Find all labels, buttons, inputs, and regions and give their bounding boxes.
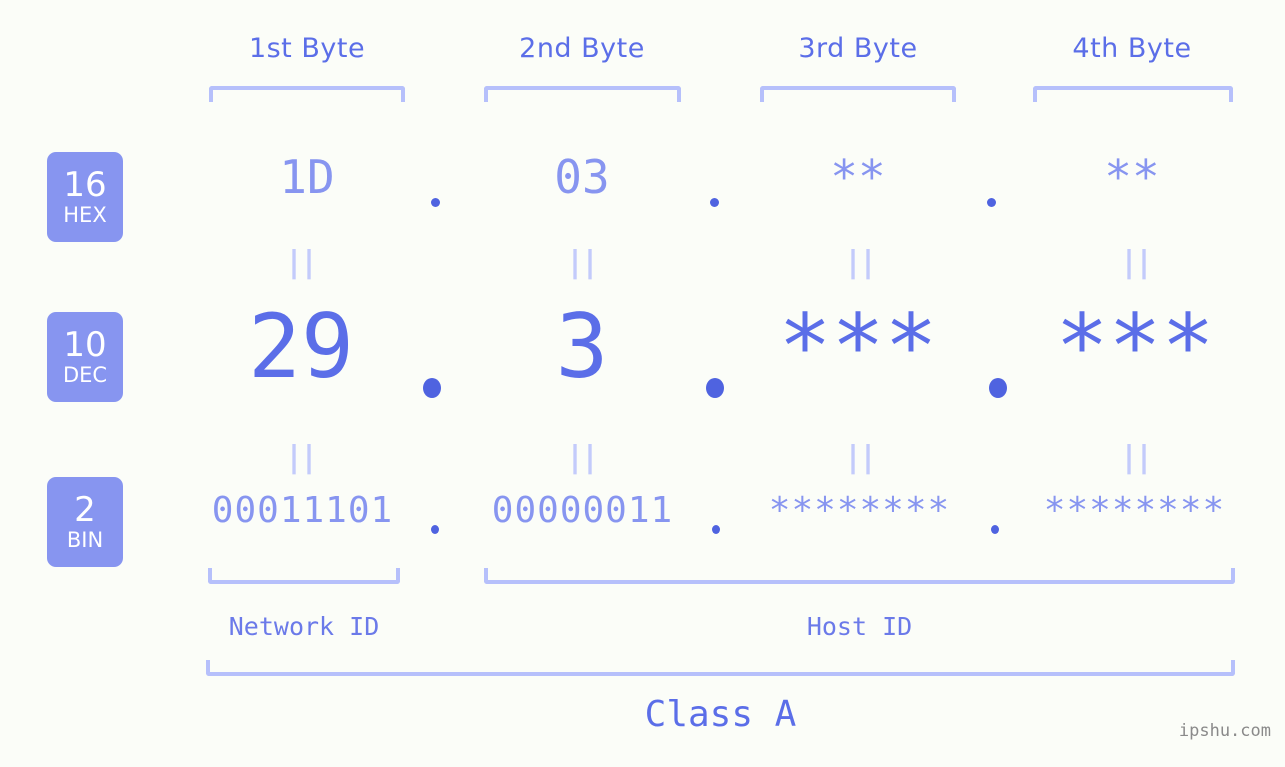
dec-byte-2-value: 3	[555, 295, 609, 398]
base-badge-dec-name: DEC	[62, 363, 108, 387]
equals-mark-dec-bin-1: ||	[284, 440, 318, 475]
host-id-label: Host ID	[806, 612, 913, 641]
hex-dot-separator-3	[987, 198, 996, 207]
dec-byte-1-value: 29	[248, 295, 354, 398]
equals-mark-dec-bin-4: ||	[1119, 440, 1153, 475]
dec-dot-separator-2	[706, 378, 724, 398]
byte-header-4: 4th Byte	[1072, 33, 1192, 64]
hex-byte-4-value: **	[1104, 150, 1160, 204]
network-id-label: Network ID	[228, 612, 380, 641]
byte-bracket-top-1	[209, 86, 405, 102]
bin-byte-3-value: ********	[768, 490, 951, 531]
hex-byte-2-value: 03	[554, 150, 610, 204]
bin-dot-separator-1	[431, 525, 439, 534]
class-bracket	[206, 660, 1235, 676]
bin-byte-4-value: ********	[1043, 490, 1226, 531]
byte-bracket-top-4	[1033, 86, 1233, 102]
hex-byte-3-value: **	[830, 150, 886, 204]
equals-mark-hex-dec-2: ||	[565, 245, 599, 280]
base-badge-bin-name: BIN	[66, 528, 104, 552]
equals-mark-hex-dec-3: ||	[843, 245, 877, 280]
base-badge-dec-number: 10	[63, 325, 107, 365]
dec-dot-separator-3	[989, 378, 1007, 398]
byte-bracket-top-2	[484, 86, 681, 102]
dec-byte-3-value: ***	[778, 295, 938, 398]
base-badge-bin-number: 2	[74, 490, 96, 530]
byte-header-1: 1st Byte	[248, 33, 366, 64]
dec-byte-4-value: ***	[1055, 295, 1215, 398]
hex-dot-separator-2	[710, 198, 719, 207]
hex-byte-1-value: 1D	[279, 150, 335, 204]
hex-dot-separator-1	[431, 198, 440, 207]
base-badge-dec: 10 DEC	[47, 312, 123, 402]
base-badge-bin: 2 BIN	[47, 477, 123, 567]
base-badge-hex: 16 HEX	[47, 152, 123, 242]
byte-header-3: 3rd Byte	[798, 33, 918, 64]
byte-bracket-top-3	[760, 86, 956, 102]
equals-mark-dec-bin-3: ||	[843, 440, 877, 475]
site-watermark: ipshu.com	[1178, 721, 1271, 741]
bin-byte-2-value: 00000011	[491, 490, 674, 531]
class-label: Class A	[644, 694, 797, 735]
dec-dot-separator-1	[423, 378, 441, 398]
equals-mark-hex-dec-4: ||	[1119, 245, 1153, 280]
equals-mark-hex-dec-1: ||	[284, 245, 318, 280]
byte-header-2: 2nd Byte	[519, 33, 645, 64]
equals-mark-dec-bin-2: ||	[565, 440, 599, 475]
bin-dot-separator-3	[991, 525, 999, 534]
bin-dot-separator-2	[712, 525, 720, 534]
base-badge-hex-number: 16	[63, 165, 107, 205]
host-id-bracket	[484, 568, 1235, 584]
ip-address-breakdown-diagram: 1st Byte 2nd Byte 3rd Byte 4th Byte 16 H…	[0, 0, 1285, 767]
bin-byte-1-value: 00011101	[211, 490, 394, 531]
base-badge-hex-name: HEX	[63, 203, 107, 227]
network-id-bracket	[208, 568, 400, 584]
